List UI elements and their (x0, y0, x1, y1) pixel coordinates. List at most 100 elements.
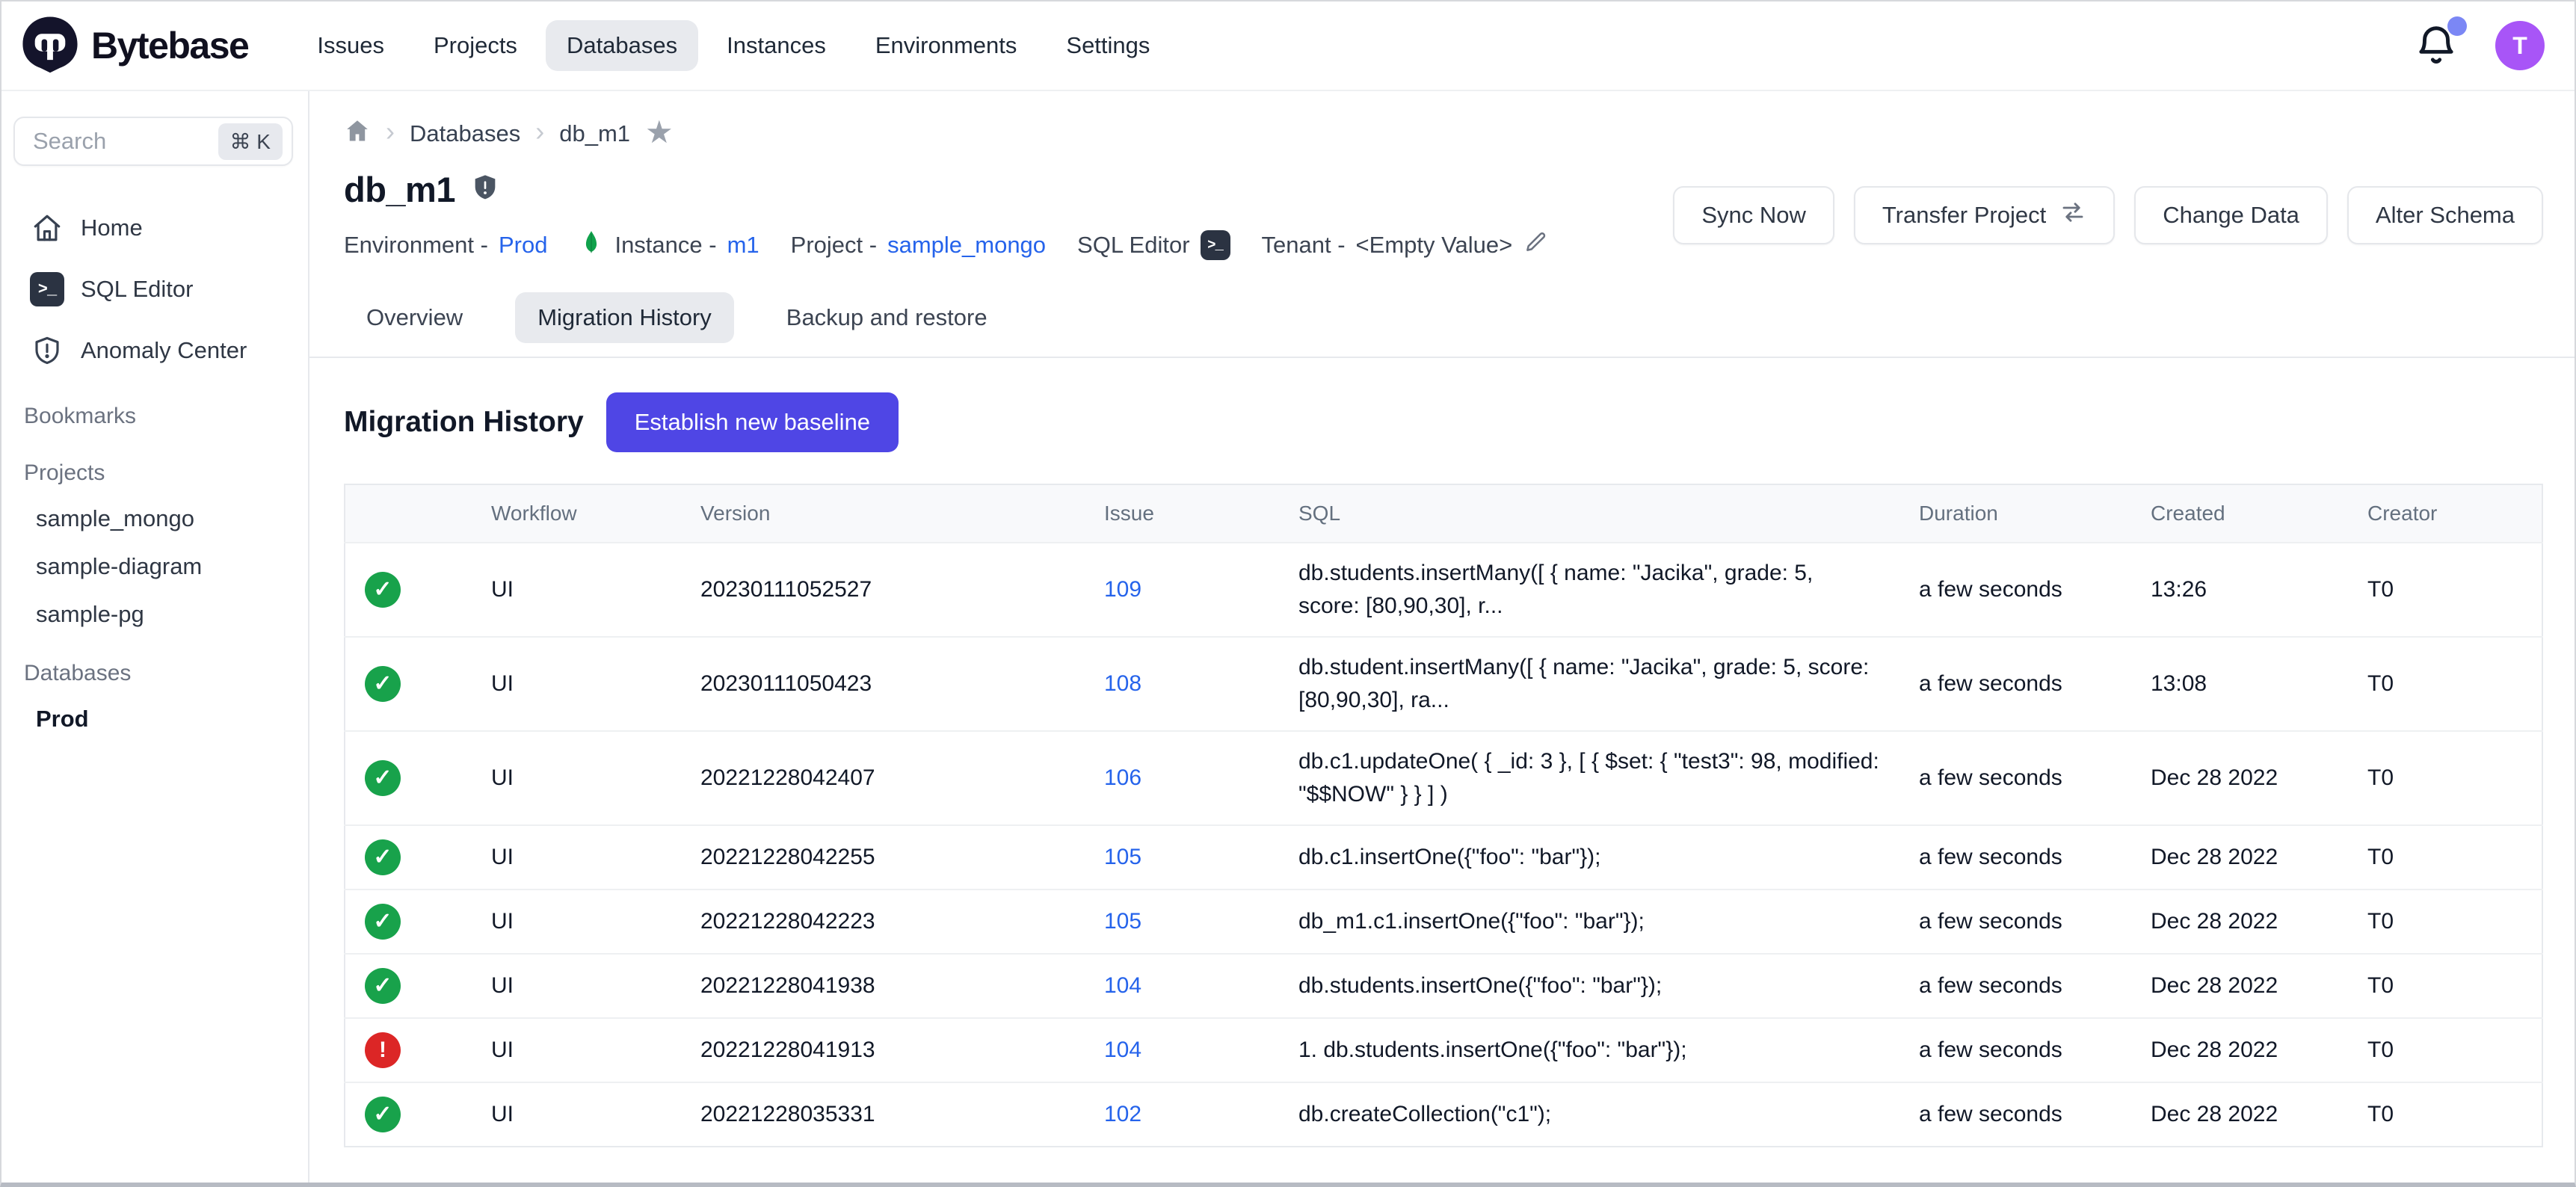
version-cell: 20221228042223 (681, 890, 1085, 954)
establish-baseline-button[interactable]: Establish new baseline (606, 392, 899, 452)
table-row[interactable]: ✓ UI 20221228042255 105 db.c1.insertOne(… (345, 825, 2542, 890)
issue-link[interactable]: 105 (1104, 845, 1141, 869)
favorite-star-icon[interactable]: ★ (645, 117, 674, 151)
brand-logo[interactable]: Bytebase (21, 15, 248, 77)
workflow-cell: UI (472, 1082, 681, 1147)
issue-link[interactable]: 102 (1104, 1102, 1141, 1126)
brand-name: Bytebase (91, 24, 248, 67)
main-nav: Issues Projects Databases Instances Envi… (296, 20, 1171, 71)
workflow-cell: UI (472, 731, 681, 825)
created-cell: Dec 28 2022 (2131, 731, 2348, 825)
created-cell: Dec 28 2022 (2131, 1082, 2348, 1147)
sidebar-project-sample-mongo[interactable]: sample_mongo (1, 495, 308, 543)
nav-item-issues[interactable]: Issues (296, 20, 405, 71)
sidebar-project-sample-pg[interactable]: sample-pg (1, 591, 308, 638)
sql-cell: db.student.insertMany([ { name: "Jacika"… (1279, 637, 1899, 731)
status-success-icon: ✓ (365, 760, 401, 796)
meta-project: Project - sample_mongo (791, 232, 1046, 259)
creator-cell: T0 (2348, 731, 2542, 825)
migration-history-section: Migration History Establish new baseline… (309, 358, 2575, 1147)
nav-item-projects[interactable]: Projects (413, 20, 538, 71)
duration-cell: a few seconds (1899, 637, 2131, 731)
table-row[interactable]: ✓ UI 20221228042407 106 db.c1.updateOne(… (345, 731, 2542, 825)
notification-bell-icon[interactable] (2413, 22, 2459, 69)
edit-pencil-icon[interactable] (1523, 229, 1548, 261)
status-success-icon: ✓ (365, 1097, 401, 1132)
table-row[interactable]: ✓ UI 20230111052527 109 db.students.inse… (345, 543, 2542, 637)
environment-link[interactable]: Prod (499, 232, 547, 259)
creator-cell: T0 (2348, 1082, 2542, 1147)
tab-overview[interactable]: Overview (344, 292, 485, 343)
created-cell: Dec 28 2022 (2131, 890, 2348, 954)
main-content: › Databases › db_m1 ★ db_m1 (309, 91, 2575, 1183)
issue-link[interactable]: 104 (1104, 1038, 1141, 1062)
nav-item-settings[interactable]: Settings (1045, 20, 1171, 71)
nav-item-databases[interactable]: Databases (546, 20, 698, 71)
sidebar-section-databases: Databases (1, 638, 308, 695)
alter-schema-button[interactable]: Alter Schema (2347, 186, 2543, 244)
table-row[interactable]: ✓ UI 20221228035331 102 db.createCollect… (345, 1082, 2542, 1147)
sql-editor-icon: >_ (1201, 230, 1230, 260)
status-success-icon: ✓ (365, 904, 401, 940)
breadcrumb-databases[interactable]: Databases (410, 120, 520, 147)
sidebar-item-home[interactable]: Home (1, 197, 308, 259)
created-cell: Dec 28 2022 (2131, 1018, 2348, 1082)
sidebar-project-sample-diagram[interactable]: sample-diagram (1, 543, 308, 591)
sidebar-item-sql-editor[interactable]: >_ SQL Editor (1, 259, 308, 320)
tenant-value: <Empty Value> (1356, 232, 1513, 259)
tab-migration-history[interactable]: Migration History (515, 292, 734, 343)
workflow-cell: UI (472, 637, 681, 731)
sidebar-item-anomaly-center[interactable]: Anomaly Center (1, 320, 308, 381)
top-navbar: Bytebase Issues Projects Databases Insta… (1, 1, 2575, 91)
creator-cell: T0 (2348, 890, 2542, 954)
issue-link[interactable]: 105 (1104, 909, 1141, 934)
migration-history-heading: Migration History (344, 406, 584, 439)
duration-cell: a few seconds (1899, 1018, 2131, 1082)
created-cell: Dec 28 2022 (2131, 825, 2348, 890)
creator-cell: T0 (2348, 543, 2542, 637)
nav-item-environments[interactable]: Environments (854, 20, 1038, 71)
page-title: db_m1 (344, 169, 455, 210)
breadcrumb-home-icon[interactable] (344, 117, 371, 150)
sync-now-button[interactable]: Sync Now (1673, 186, 1834, 244)
shield-alert-badge-icon (470, 173, 500, 206)
workflow-cell: UI (472, 825, 681, 890)
project-link[interactable]: sample_mongo (887, 232, 1046, 259)
duration-cell: a few seconds (1899, 731, 2131, 825)
sql-cell: db.students.insertMany([ { name: "Jacika… (1279, 543, 1899, 637)
search-input[interactable] (31, 127, 218, 155)
workflow-cell: UI (472, 954, 681, 1018)
migration-table-body: ✓ UI 20230111052527 109 db.students.inse… (345, 543, 2542, 1147)
avatar[interactable]: T (2495, 21, 2545, 70)
col-creator: Creator (2348, 484, 2542, 543)
table-row[interactable]: ✓ UI 20221228041938 104 db.students.inse… (345, 954, 2542, 1018)
notification-dot (2447, 16, 2467, 36)
transfer-project-button[interactable]: Transfer Project (1854, 186, 2115, 244)
table-row[interactable]: ✓ UI 20230111050423 108 db.student.inser… (345, 637, 2542, 731)
col-sql: SQL (1279, 484, 1899, 543)
creator-cell: T0 (2348, 637, 2542, 731)
duration-cell: a few seconds (1899, 1082, 2131, 1147)
sidebar-section-projects: Projects (1, 438, 308, 495)
sidebar-database-prod[interactable]: Prod (1, 695, 308, 743)
sidebar-item-label: Home (81, 215, 143, 241)
change-data-button[interactable]: Change Data (2134, 186, 2328, 244)
issue-link[interactable]: 104 (1104, 973, 1141, 998)
instance-link[interactable]: m1 (727, 232, 759, 259)
breadcrumb-db-m1[interactable]: db_m1 (559, 120, 630, 147)
meta-instance: Instance - m1 (579, 229, 759, 261)
search-box[interactable]: ⌘ K (13, 117, 293, 166)
nav-item-instances[interactable]: Instances (706, 20, 847, 71)
meta-sql-editor[interactable]: SQL Editor >_ (1077, 230, 1230, 260)
sidebar-item-label: SQL Editor (81, 276, 193, 303)
issue-link[interactable]: 109 (1104, 577, 1141, 602)
issue-link[interactable]: 106 (1104, 765, 1141, 790)
issue-link[interactable]: 108 (1104, 671, 1141, 696)
col-workflow: Workflow (472, 484, 681, 543)
terminal-icon: >_ (30, 272, 64, 306)
migration-table: Workflow Version Issue SQL Duration Crea… (344, 484, 2543, 1147)
table-row[interactable]: ✓ UI 20221228042223 105 db_m1.c1.insertO… (345, 890, 2542, 954)
table-row[interactable]: ! UI 20221228041913 104 1. db.students.i… (345, 1018, 2542, 1082)
header-actions: Sync Now Transfer Project Change Data (1673, 186, 2543, 244)
tab-backup-and-restore[interactable]: Backup and restore (764, 292, 1010, 343)
